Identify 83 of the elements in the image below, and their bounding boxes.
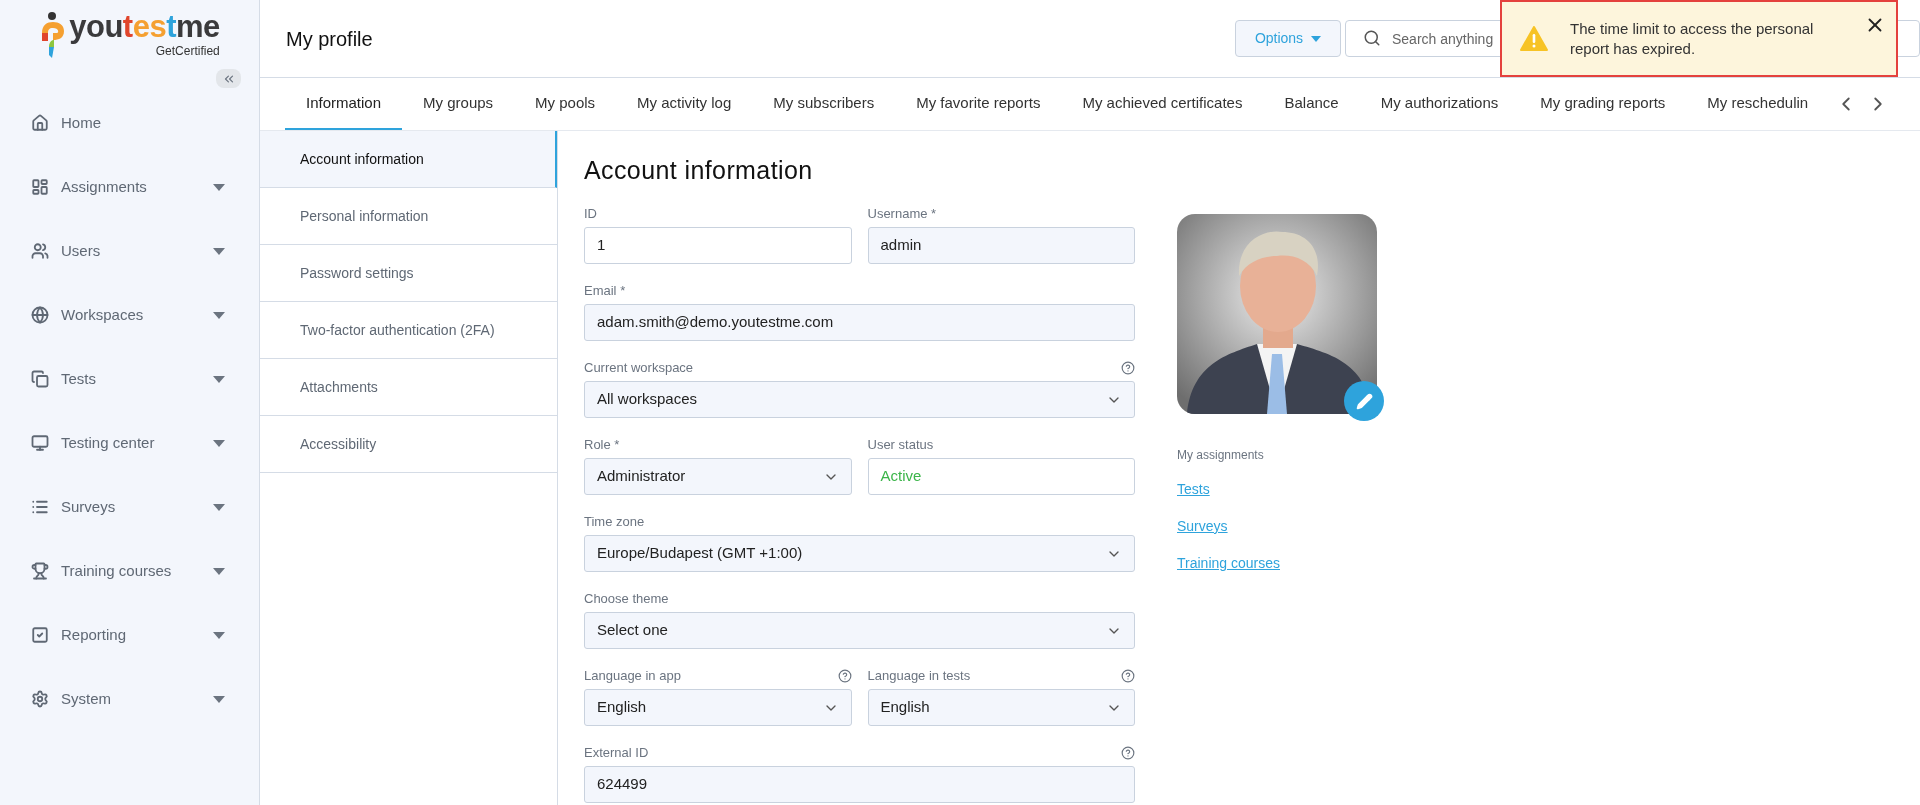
- caret-icon: [213, 695, 225, 703]
- logo-tagline: GetCertified: [155, 44, 220, 58]
- warning-icon: [1520, 26, 1548, 51]
- checkbox-icon: [31, 626, 49, 644]
- assignments-heading: My assignments: [1177, 447, 1265, 464]
- select-field[interactable]: Select one: [584, 612, 1135, 649]
- tab[interactable]: My achieved certificates: [1061, 78, 1264, 130]
- stacked-cards-icon: [31, 370, 49, 388]
- input-field: Active: [867, 458, 1135, 495]
- section-nav-item[interactable]: Two-factor authentication (2FA): [260, 302, 557, 359]
- settings-icon: [31, 690, 49, 708]
- field-label: User status: [867, 436, 934, 455]
- section-nav-item[interactable]: Accessibility: [260, 416, 557, 473]
- logo-wordmark: youtestme: [69, 10, 220, 44]
- select-field[interactable]: Administrator: [584, 458, 852, 495]
- collapse-sidebar-button[interactable]: [216, 69, 241, 88]
- select-field[interactable]: All workspaces: [584, 381, 1135, 418]
- section-nav-item[interactable]: Attachments: [260, 359, 557, 416]
- caret-icon: [213, 311, 225, 319]
- home-icon: [31, 114, 49, 132]
- sidebar-item[interactable]: Surveys: [0, 475, 259, 539]
- sidebar-item[interactable]: Tests: [0, 347, 259, 411]
- sidebar-item[interactable]: Assignments: [0, 155, 259, 219]
- input-field[interactable]: 624499: [584, 766, 1135, 803]
- section-nav-item[interactable]: Account information: [260, 131, 557, 188]
- toast-message: The time limit to access the personal report has expired.: [1570, 18, 1815, 59]
- sidebar-item[interactable]: Home: [0, 91, 259, 155]
- section-nav-item[interactable]: Password settings: [260, 245, 557, 302]
- field-label: Email *: [584, 282, 626, 301]
- caret-icon: [213, 247, 225, 255]
- edit-photo-button[interactable]: [1344, 381, 1384, 421]
- sidebar-item[interactable]: System: [0, 667, 259, 731]
- tab[interactable]: My activity log: [616, 78, 753, 130]
- page-title: My profile: [286, 26, 374, 52]
- field-label: Role *: [584, 436, 620, 455]
- input-field: 1: [584, 227, 852, 264]
- tab[interactable]: My pools: [514, 78, 617, 130]
- tab[interactable]: My authorizations: [1359, 78, 1520, 130]
- help-icon[interactable]: [1121, 669, 1135, 683]
- tab[interactable]: Balance: [1263, 78, 1360, 130]
- input-field[interactable]: adam.smith@demo.youtestme.com: [584, 304, 1135, 341]
- sidebar-item[interactable]: Reporting: [0, 603, 259, 667]
- caret-icon: [213, 567, 225, 575]
- help-icon[interactable]: [1121, 361, 1135, 375]
- section-nav-item[interactable]: Personal information: [260, 188, 557, 245]
- monitor-icon: [31, 434, 49, 452]
- field-label: External ID: [584, 744, 649, 763]
- trophy-icon: [31, 562, 49, 580]
- input-field[interactable]: admin: [867, 227, 1135, 264]
- search-icon: [1363, 29, 1381, 47]
- section-heading: Account information: [584, 155, 814, 185]
- select-field[interactable]: Europe/Budapest (GMT +1:00): [584, 535, 1135, 572]
- field-label: Current workspace: [584, 359, 694, 378]
- field-label: Username *: [867, 205, 937, 224]
- sidebar-item[interactable]: Testing center: [0, 411, 259, 475]
- dashboard-icon: [31, 178, 49, 196]
- help-icon[interactable]: [1121, 746, 1135, 760]
- tab[interactable]: My subscribers: [752, 78, 896, 130]
- globe-icon: [31, 306, 49, 324]
- field-label: Choose theme: [584, 590, 669, 609]
- sidebar-item[interactable]: Workspaces: [0, 283, 259, 347]
- tab[interactable]: My groups: [402, 78, 515, 130]
- sidebar-item[interactable]: Training courses: [0, 539, 259, 603]
- sidebar-item[interactable]: Users: [0, 219, 259, 283]
- caret-icon: [213, 183, 225, 191]
- field-label: Language in tests: [867, 667, 971, 686]
- field-label: ID: [584, 205, 597, 224]
- help-icon[interactable]: [837, 669, 852, 683]
- caret-icon: [1311, 35, 1322, 42]
- caret-icon: [213, 503, 225, 511]
- select-field[interactable]: English: [584, 689, 852, 726]
- list-icon: [31, 498, 49, 516]
- tab[interactable]: My grading reports: [1519, 78, 1687, 130]
- users-icon: [31, 242, 49, 260]
- caret-icon: [213, 439, 225, 447]
- caret-icon: [213, 631, 225, 639]
- select-field[interactable]: English: [867, 689, 1135, 726]
- caret-icon: [213, 375, 225, 383]
- pencil-icon: [1355, 392, 1373, 410]
- tab[interactable]: My reschedulin: [1686, 78, 1830, 130]
- field-label: Time zone: [584, 513, 645, 532]
- tab[interactable]: My favorite reports: [895, 78, 1062, 130]
- field-label: Language in app: [584, 667, 681, 686]
